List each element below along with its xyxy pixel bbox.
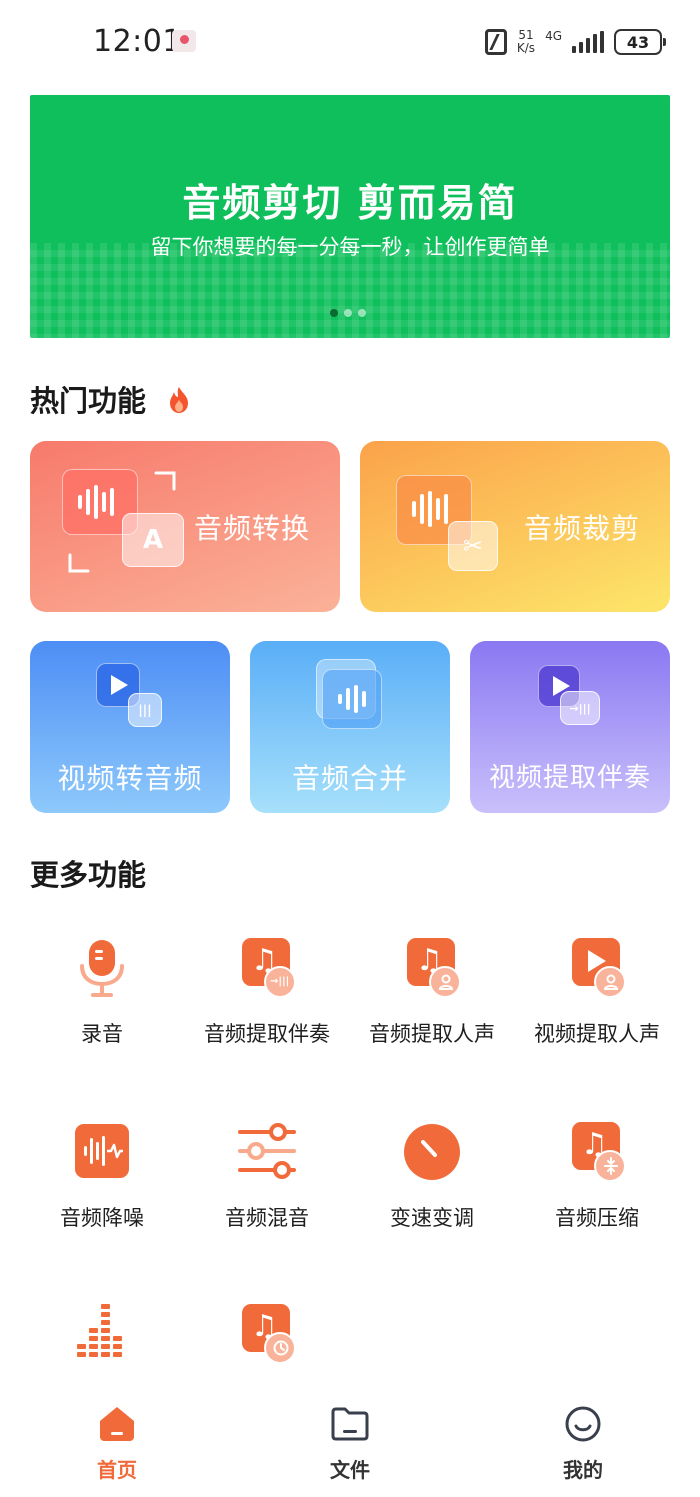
banner-subtitle: 留下你想要的每一分每一秒，让创作更简单 xyxy=(150,235,550,259)
video-to-audio-icon: ||| xyxy=(96,663,166,733)
nav-mine[interactable]: 我的 xyxy=(523,1404,643,1483)
net-speed: 51 K/s xyxy=(517,29,535,55)
more-section-title: 更多功能 xyxy=(30,858,147,892)
status-bar: 12:01 51 K/s 4G 43 xyxy=(0,0,700,84)
notification-icon xyxy=(172,30,196,52)
nav-files[interactable]: 文件 xyxy=(290,1404,410,1483)
music-compress-icon: ♫ xyxy=(564,1118,630,1184)
feature-audio-extract-voice[interactable]: ♫ 音频提取人声 xyxy=(349,934,515,1048)
banner-title: 音频剪切 剪而易简 xyxy=(182,181,518,225)
audio-convert-icon: A xyxy=(62,469,202,589)
nav-home-label: 首页 xyxy=(97,1458,137,1482)
card-video-to-audio[interactable]: ||| 视频转音频 xyxy=(30,641,230,813)
speed-dial-icon xyxy=(399,1118,465,1184)
feature-speed-pitch[interactable]: 变速变调 xyxy=(349,1118,515,1232)
feature-noise-reduction-label: 音频降噪 xyxy=(60,1206,144,1230)
smile-icon xyxy=(563,1404,603,1444)
nfc-icon xyxy=(484,29,507,55)
feature-audio-extract-accompaniment[interactable]: ♫ →||| 音频提取伴奏 xyxy=(184,934,350,1048)
feature-speed-pitch-label: 变速变调 xyxy=(390,1206,474,1230)
banner-dot-active xyxy=(330,309,338,317)
feature-video-extract-voice-label: 视频提取人声 xyxy=(534,1022,660,1046)
feature-audio-mix[interactable]: 音频混音 xyxy=(184,1118,350,1232)
music-extract-accompaniment-icon: ♫ →||| xyxy=(234,934,300,1000)
banner-dot xyxy=(344,309,352,317)
feature-equalizer[interactable] xyxy=(19,1300,185,1384)
microphone-icon xyxy=(69,934,135,1000)
feature-record[interactable]: 录音 xyxy=(19,934,185,1048)
mixer-sliders-icon xyxy=(234,1118,300,1184)
card-audio-convert[interactable]: A 音频转换 xyxy=(30,441,340,612)
feature-audio-mix-label: 音频混音 xyxy=(225,1206,309,1230)
nav-files-label: 文件 xyxy=(330,1458,370,1482)
card-audio-merge-label: 音频合并 xyxy=(291,762,408,795)
music-timer-icon: ♫ xyxy=(234,1300,300,1366)
folder-icon xyxy=(330,1404,370,1444)
net-speed-unit: K/s xyxy=(516,41,536,55)
feature-audio-compress-label: 音频压缩 xyxy=(555,1206,639,1230)
card-audio-cut[interactable]: ✂ 音频裁剪 xyxy=(360,441,670,612)
home-icon xyxy=(97,1404,137,1444)
card-audio-convert-label: 音频转换 xyxy=(194,512,311,545)
battery-icon: 43 xyxy=(614,29,666,55)
bottom-nav: 首页 文件 我的 xyxy=(0,1392,700,1497)
card-audio-merge[interactable]: 音频合并 xyxy=(250,641,450,813)
music-extract-voice-icon: ♫ xyxy=(399,934,465,1000)
noise-reduction-icon xyxy=(69,1118,135,1184)
hot-section-title: 热门功能 xyxy=(30,378,190,420)
card-video-extract-accompaniment[interactable]: →||| 视频提取伴奏 xyxy=(470,641,670,813)
fire-icon xyxy=(168,386,190,414)
card-audio-cut-label: 音频裁剪 xyxy=(524,512,641,545)
nav-home[interactable]: 首页 xyxy=(57,1404,177,1483)
card-video-extract-accompaniment-label: 视频提取伴奏 xyxy=(488,763,651,793)
feature-audio-extract-accompaniment-label: 音频提取伴奏 xyxy=(204,1022,330,1046)
promo-banner[interactable]: 音频剪切 剪而易简 留下你想要的每一分每一秒，让创作更简单 xyxy=(30,95,670,338)
feature-record-label: 录音 xyxy=(81,1022,123,1046)
status-indicators: 51 K/s 4G 43 xyxy=(484,26,666,58)
card-video-to-audio-label: 视频转音频 xyxy=(57,762,203,795)
video-extract-voice-icon xyxy=(564,934,630,1000)
signal-icon xyxy=(572,31,604,53)
banner-pagination xyxy=(330,309,366,317)
feature-noise-reduction[interactable]: 音频降噪 xyxy=(19,1118,185,1232)
banner-dot xyxy=(358,309,366,317)
feature-music-timer[interactable]: ♫ xyxy=(184,1300,350,1384)
status-time: 12:01 xyxy=(93,24,182,59)
network-type: 4G xyxy=(545,29,562,43)
audio-merge-icon xyxy=(316,659,386,739)
hot-section-title-text: 热门功能 xyxy=(30,384,147,418)
feature-audio-extract-voice-label: 音频提取人声 xyxy=(369,1022,495,1046)
feature-video-extract-voice[interactable]: 视频提取人声 xyxy=(514,934,680,1048)
audio-cut-icon: ✂ xyxy=(392,471,532,591)
video-extract-accompaniment-icon: →||| xyxy=(538,665,608,735)
nav-mine-label: 我的 xyxy=(563,1458,603,1482)
feature-audio-compress[interactable]: ♫ 音频压缩 xyxy=(514,1118,680,1232)
equalizer-icon xyxy=(69,1300,135,1366)
